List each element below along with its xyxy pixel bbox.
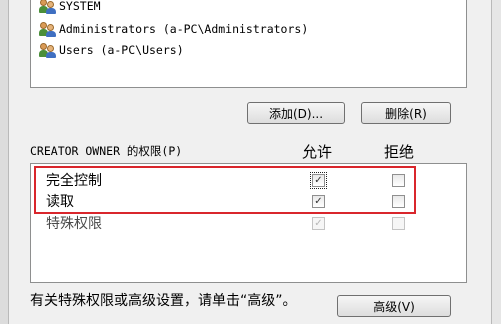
- group-user-list[interactable]: SYSTEM Administrators (a-PC\Administrato…: [30, 0, 467, 88]
- deny-column-header: 拒绝: [384, 143, 415, 161]
- advanced-button[interactable]: 高级(V): [337, 295, 451, 317]
- allow-checkbox: ✓: [312, 217, 325, 230]
- users-icon: [39, 21, 56, 37]
- principal-name: Administrators (a-PC\Administrators): [59, 22, 309, 36]
- permission-name: 特殊权限: [46, 216, 102, 232]
- deny-checkbox: [392, 217, 405, 230]
- add-button[interactable]: 添加(D)...: [247, 102, 345, 124]
- allow-column-header: 允许: [302, 143, 333, 161]
- window-scroll-edge[interactable]: [491, 0, 501, 324]
- permission-row-special: 特殊权限 ✓: [31, 215, 466, 233]
- principal-name: SYSTEM: [59, 0, 101, 13]
- users-icon: [39, 0, 56, 14]
- users-icon: [39, 42, 56, 58]
- list-item-system[interactable]: SYSTEM: [39, 0, 101, 15]
- list-item-users[interactable]: Users (a-PC\Users): [39, 41, 184, 59]
- remove-button[interactable]: 删除(R): [361, 102, 451, 124]
- list-item-administrators[interactable]: Administrators (a-PC\Administrators): [39, 20, 308, 38]
- window-left-edge: [0, 0, 9, 324]
- advanced-hint-text: 有关特殊权限或高级设置，请单击“高级”。: [30, 293, 297, 309]
- principal-name: Users (a-PC\Users): [59, 43, 184, 57]
- highlight-annotation: [34, 166, 416, 214]
- permissions-caption: CREATOR OWNER 的权限(P): [30, 144, 183, 158]
